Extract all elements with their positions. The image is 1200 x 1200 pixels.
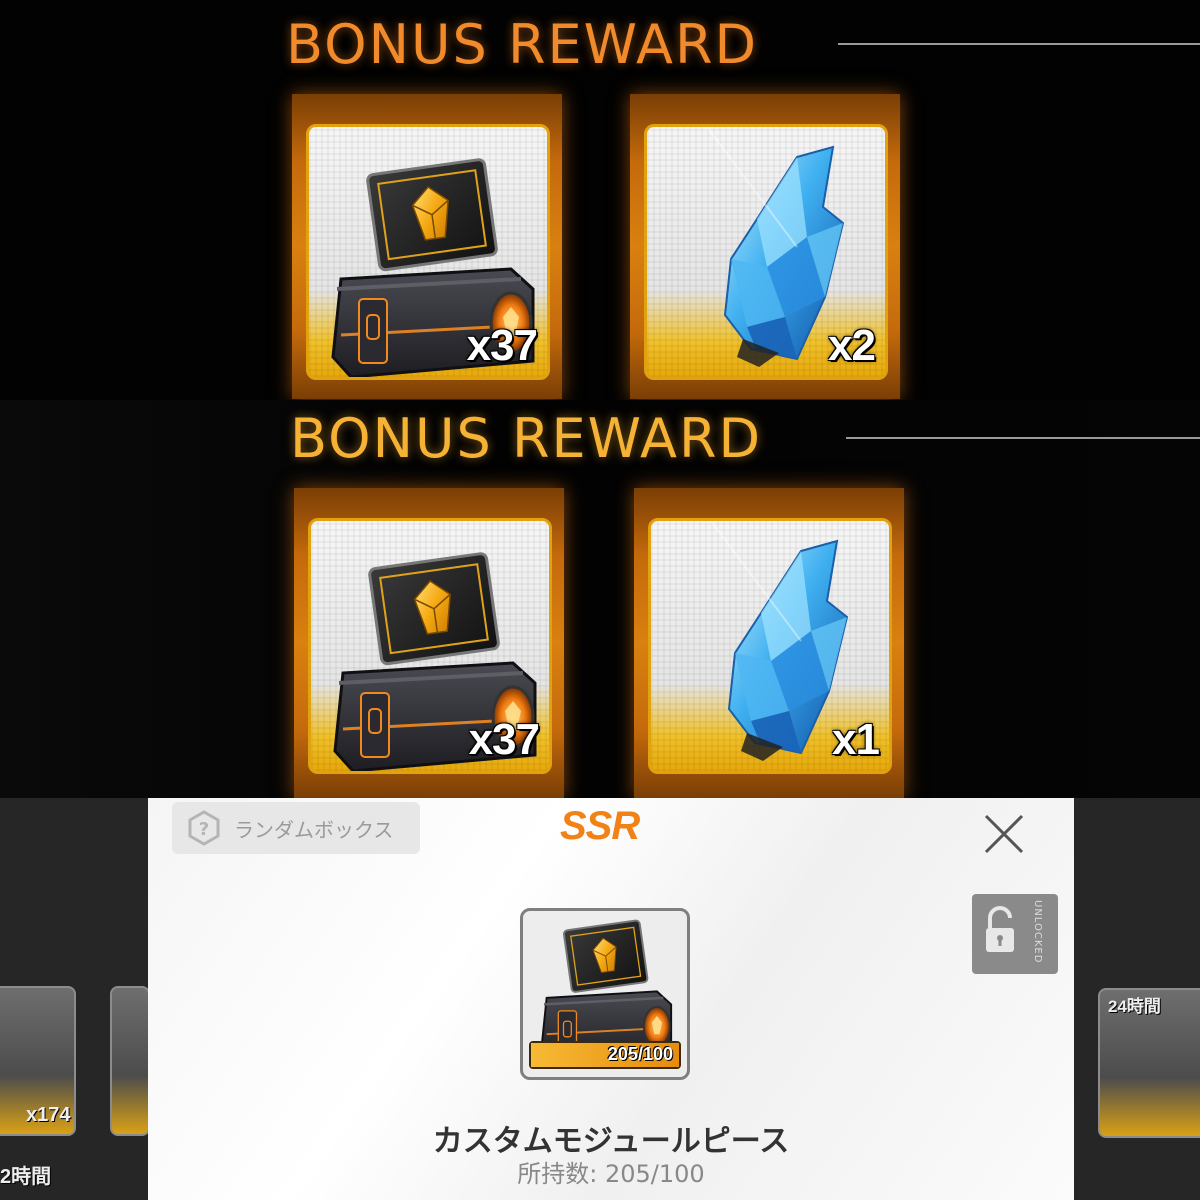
inventory-tile-count: x174 (26, 1104, 71, 1126)
inventory-timer-right: 24時間 (1108, 997, 1161, 1016)
reward-slot-module-box[interactable]: x37 (292, 94, 562, 399)
reward-card: x37 (306, 124, 550, 380)
reward-quantity: x1 (832, 715, 880, 764)
bonus-reward-panel-1: BONUS REWARD x37 x2 (0, 0, 1200, 400)
inventory-tile[interactable] (110, 986, 150, 1136)
reward-quantity: x2 (828, 321, 876, 370)
lock-toggle[interactable]: UNLOCKED (972, 894, 1058, 974)
reward-card: x37 (308, 518, 552, 774)
owned-count: 所持数: 205/100 (517, 1160, 705, 1188)
reward-slot-crystal[interactable]: x1 (634, 488, 904, 798)
bonus-reward-title: BONUS REWARD (286, 13, 759, 76)
reward-card: x2 (644, 124, 888, 380)
reward-quantity: x37 (468, 715, 540, 764)
inventory-screen: x174 2時間 24時間 ? ランダムボックス SSR UNLOCKED 20… (0, 798, 1200, 1200)
svg-text:?: ? (199, 819, 209, 840)
owned-progress-label: 205/100 (607, 1044, 673, 1064)
bonus-reward-panel-2: BONUS REWARD x37 x1 (0, 400, 1200, 798)
title-divider (846, 437, 1200, 439)
reward-slot-module-box[interactable]: x37 (294, 488, 564, 798)
title-divider (838, 43, 1200, 45)
item-detail-popup: ? ランダムボックス SSR UNLOCKED 205/100 カスタムモジュー… (148, 798, 1074, 1200)
rarity-label: SSR (560, 804, 640, 848)
reward-slot-crystal[interactable]: x2 (630, 94, 900, 399)
close-icon[interactable] (978, 808, 1030, 860)
lock-state-label: UNLOCKED (1032, 900, 1043, 964)
unlock-icon (986, 906, 1014, 952)
inventory-timer-left: 2時間 (0, 1166, 52, 1188)
category-badge: ? ランダムボックス (172, 802, 420, 854)
item-preview: 205/100 (520, 908, 690, 1080)
reward-card: x1 (648, 518, 892, 774)
owned-progress-bar: 205/100 (529, 1041, 681, 1069)
question-hex-icon: ? (188, 810, 220, 846)
bonus-reward-title: BONUS REWARD (290, 407, 763, 470)
category-label: ランダムボックス (234, 817, 394, 842)
reward-quantity: x37 (466, 321, 538, 370)
